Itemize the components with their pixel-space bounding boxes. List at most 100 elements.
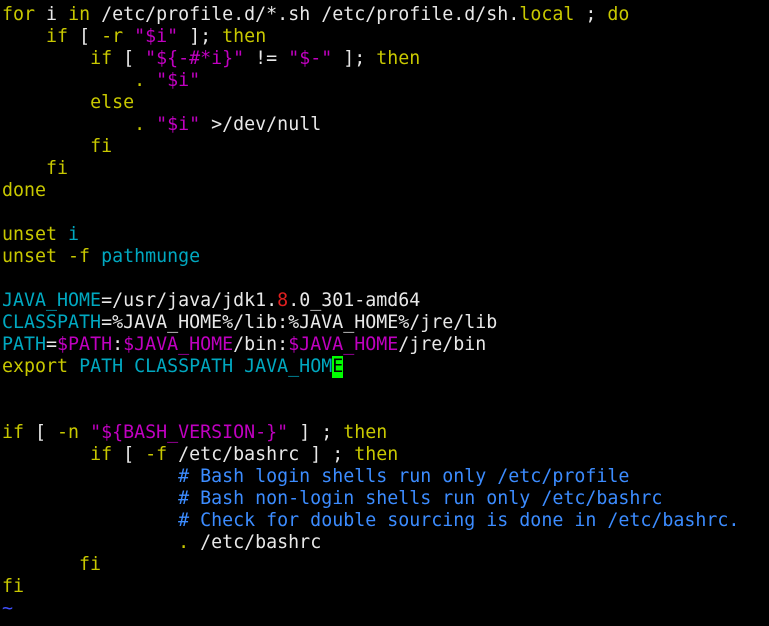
token-plain: /etc/profile.d/*.sh /etc/profile.d/sh. bbox=[90, 4, 520, 25]
token-comment: # Bash non-login shells run only /etc/ba… bbox=[178, 488, 663, 509]
code-line: . /etc/bashrc bbox=[2, 532, 769, 554]
code-line: CLASSPATH=%JAVA_HOME%/lib:%JAVA_HOME%/jr… bbox=[2, 312, 769, 334]
code-line: if [ -r "$i" ]; then bbox=[2, 26, 769, 48]
token-comment: # Bash login shells run only /etc/profil… bbox=[178, 466, 630, 487]
code-line: # Bash login shells run only /etc/profil… bbox=[2, 466, 769, 488]
token-keyword: then bbox=[343, 422, 388, 443]
token-plain: [ bbox=[112, 444, 146, 465]
token-keyword: else bbox=[90, 92, 135, 113]
vim-editor-buffer[interactable]: for i in /etc/profile.d/*.sh /etc/profil… bbox=[2, 4, 769, 626]
token-keyword: -f bbox=[68, 246, 91, 267]
token-plain: [ bbox=[24, 422, 58, 443]
token-string: $JAVA_HOME bbox=[123, 334, 234, 355]
token-keyword: . bbox=[178, 532, 190, 553]
token-keyword: then bbox=[376, 48, 421, 69]
empty-line bbox=[2, 400, 769, 422]
code-line: JAVA_HOME=/usr/java/jdk1.8.0_301-amd64 bbox=[2, 290, 769, 312]
token-keyword: for bbox=[2, 4, 36, 25]
token-plain: [ bbox=[68, 26, 102, 47]
token-string: "$-" bbox=[288, 48, 333, 69]
token-string: "${BASH_VERSION-}" bbox=[90, 422, 289, 443]
token-string: "$i" bbox=[134, 26, 179, 47]
code-line: ~ bbox=[2, 598, 769, 620]
empty-line bbox=[2, 268, 769, 290]
token-string: $JAVA_HOME bbox=[288, 334, 399, 355]
token-keyword: -f bbox=[145, 444, 168, 465]
token-variable: JAVA_HOME bbox=[2, 290, 102, 311]
token-keyword: in bbox=[68, 4, 91, 25]
token-plain: ; bbox=[574, 4, 608, 25]
token-variable: PATH CLASSPATH JAVA_HOM bbox=[79, 356, 333, 377]
code-line: unset i bbox=[2, 224, 769, 246]
token-keyword: done bbox=[2, 180, 47, 201]
token-keyword: local bbox=[519, 4, 575, 25]
token-keyword: if bbox=[90, 444, 113, 465]
token-variable: pathmunge bbox=[101, 246, 201, 267]
token-plain: : bbox=[112, 334, 124, 355]
code-line: fi bbox=[2, 158, 769, 180]
token-keyword: . bbox=[134, 114, 146, 135]
empty-buffer-tilde: ~ bbox=[2, 598, 14, 619]
code-line: fi bbox=[2, 136, 769, 158]
token-plain: /etc/bashrc bbox=[189, 532, 322, 553]
token-keyword: if bbox=[46, 26, 69, 47]
code-line: # Check for double sourcing is done in /… bbox=[2, 510, 769, 532]
token-variable: i bbox=[68, 224, 80, 245]
token-plain: /jre/bin bbox=[398, 334, 487, 355]
code-line: export PATH CLASSPATH JAVA_HOME bbox=[2, 356, 769, 378]
token-plain: >/dev/null bbox=[200, 114, 322, 135]
token-plain: i bbox=[35, 4, 69, 25]
token-keyword: . bbox=[134, 70, 146, 91]
code-line: . "$i" >/dev/null bbox=[2, 114, 769, 136]
code-line: if [ -f /etc/bashrc ] ; then bbox=[2, 444, 769, 466]
code-line: unset -f pathmunge bbox=[2, 246, 769, 268]
token-plain: /bin: bbox=[233, 334, 289, 355]
token-keyword: do bbox=[607, 4, 630, 25]
token-plain: ]; bbox=[332, 48, 377, 69]
code-line: . "$i" bbox=[2, 70, 769, 92]
token-keyword: fi bbox=[46, 158, 69, 179]
empty-line bbox=[2, 202, 769, 224]
code-line: done bbox=[2, 180, 769, 202]
token-keyword: unset bbox=[2, 224, 58, 245]
token-keyword: fi bbox=[79, 554, 102, 575]
token-string: "${-#*i}" bbox=[145, 48, 245, 69]
token-plain: =/usr/java/jdk1. bbox=[101, 290, 278, 311]
token-plain: =%JAVA_HOME%/lib:%JAVA_HOME%/jre/lib bbox=[101, 312, 498, 333]
token-number: 8 bbox=[277, 290, 289, 311]
token-keyword: export bbox=[2, 356, 69, 377]
token-comment: # Check for double sourcing is done in /… bbox=[178, 510, 740, 531]
token-keyword: if bbox=[2, 422, 25, 443]
token-plain: = bbox=[46, 334, 58, 355]
token-keyword: fi bbox=[90, 136, 113, 157]
token-plain: [ bbox=[112, 48, 146, 69]
code-line: if [ -n "${BASH_VERSION-}" ] ; then bbox=[2, 422, 769, 444]
token-plain: ] ; bbox=[288, 422, 344, 443]
code-line: fi bbox=[2, 554, 769, 576]
token-plain: != bbox=[244, 48, 289, 69]
token-keyword: -n bbox=[57, 422, 80, 443]
code-line: for i in /etc/profile.d/*.sh /etc/profil… bbox=[2, 4, 769, 26]
token-variable: CLASSPATH bbox=[2, 312, 102, 333]
token-plain: ]; bbox=[178, 26, 223, 47]
text-cursor: E bbox=[332, 356, 344, 378]
token-string: "$i" bbox=[156, 114, 201, 135]
token-string: "$i" bbox=[156, 70, 201, 91]
